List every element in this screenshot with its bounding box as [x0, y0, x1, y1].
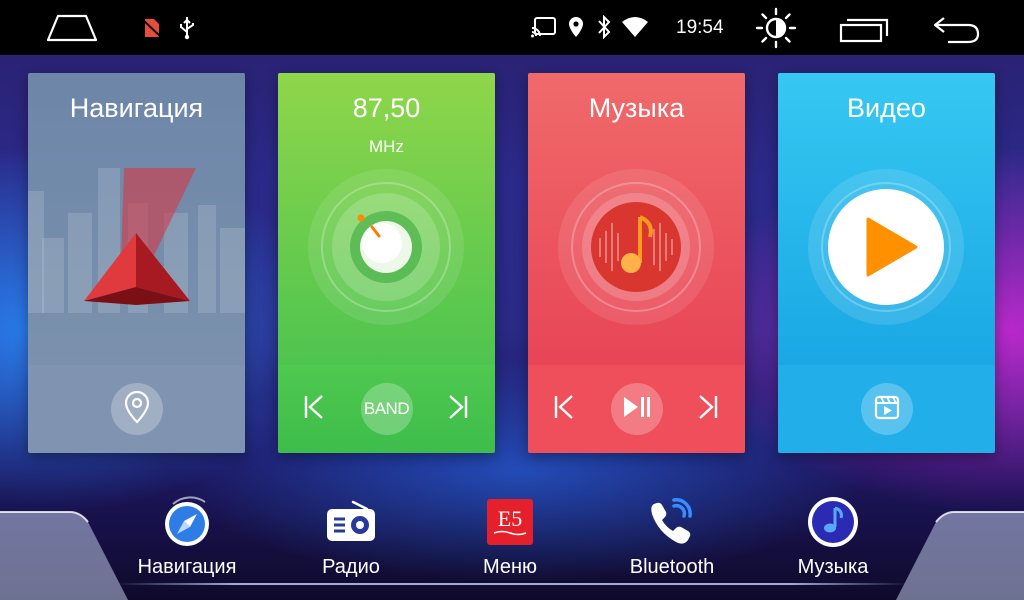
video-play-icon [808, 169, 964, 325]
band-label: BAND [363, 399, 410, 418]
radio-icon [323, 494, 379, 550]
navigation-card[interactable]: Навигация [28, 73, 245, 453]
no-sim-icon [142, 17, 162, 39]
play-pause-icon [622, 395, 652, 424]
e5-menu-icon: E5 [482, 494, 538, 550]
dock-label: Bluetooth [629, 556, 715, 578]
dock-label: Радио [322, 556, 380, 578]
play-pause-button[interactable] [610, 383, 663, 435]
compass-icon [159, 494, 215, 550]
bluetooth-icon [594, 14, 614, 40]
video-card-top[interactable]: Видео [778, 73, 995, 365]
next-icon [697, 394, 719, 425]
navigation-card-footer [28, 365, 245, 453]
radio-prev-button[interactable] [294, 365, 334, 453]
clock: 19:54 [676, 17, 724, 38]
video-list-button[interactable] [860, 383, 913, 435]
back-icon[interactable] [928, 12, 984, 46]
music-card[interactable]: Музыка [528, 73, 745, 453]
location-icon [566, 14, 586, 40]
video-list-icon [873, 393, 901, 426]
wifi-icon [620, 14, 650, 40]
status-bar: 19:54 [0, 0, 1024, 55]
video-card-footer [778, 365, 995, 453]
recent-apps-icon[interactable] [836, 13, 892, 45]
prev-icon [303, 394, 325, 425]
cast-icon[interactable] [530, 15, 558, 39]
radio-card[interactable]: 87,50 MHz BAND [278, 73, 495, 453]
video-card[interactable]: Видео [778, 73, 995, 453]
navigation-card-top[interactable]: Навигация [28, 73, 245, 365]
prev-icon [553, 394, 575, 425]
location-pin-button[interactable] [110, 383, 163, 435]
e5-logo-text: E5 [497, 506, 523, 531]
navigation-card-title: Навигация [69, 93, 204, 123]
dock-label: Навигация [137, 556, 237, 578]
usb-icon [176, 15, 198, 41]
location-pin-icon [122, 390, 152, 429]
phone-bluetooth-icon [644, 494, 700, 550]
dock-label: Меню [482, 556, 538, 578]
radio-next-button[interactable] [438, 365, 478, 453]
radio-card-controls: BAND [278, 365, 495, 453]
next-icon [447, 394, 469, 425]
music-card-controls [528, 365, 745, 453]
dock-divider [115, 583, 910, 585]
music-next-button[interactable] [688, 365, 728, 453]
home-icon[interactable] [44, 10, 100, 44]
right-wing-decoration [896, 511, 1024, 600]
radio-card-top[interactable]: 87,50 MHz [278, 73, 495, 365]
brightness-icon[interactable] [753, 6, 799, 50]
radio-knob-icon [308, 169, 464, 325]
music-prev-button[interactable] [544, 365, 584, 453]
music-disc-icon [558, 169, 714, 325]
dock-label: Музыка [797, 556, 869, 578]
music-card-top[interactable]: Музыка [528, 73, 745, 365]
band-button[interactable]: BAND [360, 383, 413, 435]
music-note-icon [805, 494, 861, 550]
left-wing-decoration [0, 511, 128, 600]
